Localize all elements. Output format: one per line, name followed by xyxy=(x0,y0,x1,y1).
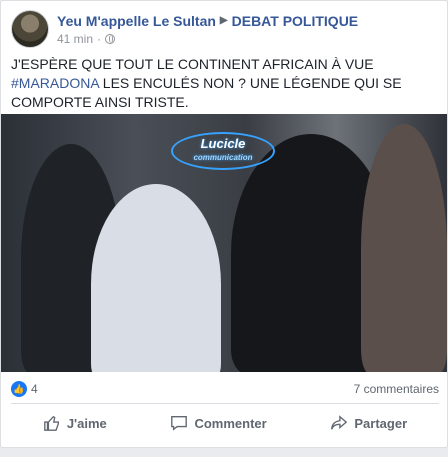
share-button[interactable]: Partager xyxy=(330,414,407,432)
watermark-title: Lucicle xyxy=(200,136,246,151)
like-button[interactable]: J'aime xyxy=(43,414,107,432)
author-avatar[interactable] xyxy=(11,10,49,48)
post-image[interactable]: Lucicle communication xyxy=(1,114,447,372)
figure-far-right xyxy=(361,124,447,372)
comment-button-label: Commenter xyxy=(194,415,267,431)
like-button-label: J'aime xyxy=(66,415,107,431)
post-header: Yeu M'appelle Le Sultan ▶ DEBAT POLITIQU… xyxy=(11,9,358,49)
comment-button[interactable]: Commenter xyxy=(170,414,267,432)
reaction-count-group[interactable]: 👍 4 xyxy=(11,381,38,397)
comment-count[interactable]: 7 commentaires xyxy=(354,382,439,396)
watermark-subtitle: communication xyxy=(193,153,253,162)
group-name[interactable]: DEBAT POLITIQUE xyxy=(232,13,359,29)
hashtag-link[interactable]: #MARADONA xyxy=(11,75,99,91)
arrow-right-icon: ▶ xyxy=(219,15,228,26)
post-time-line: 41 min · xyxy=(57,32,358,46)
reaction-count: 4 xyxy=(31,382,38,396)
post-text-before: J'ESPÈRE QUE TOUT LE CONTINENT AFRICAIN … xyxy=(11,56,374,72)
image-watermark: Lucicle communication xyxy=(171,132,275,170)
comment-icon xyxy=(171,416,188,431)
author-line: Yeu M'appelle Le Sultan ▶ DEBAT POLITIQU… xyxy=(57,13,358,29)
separator-dot: · xyxy=(97,31,102,46)
post-card: Yeu M'appelle Le Sultan ▶ DEBAT POLITIQU… xyxy=(0,0,448,448)
share-button-label: Partager xyxy=(354,415,408,431)
thumbs-up-icon xyxy=(43,415,59,431)
figure-center xyxy=(91,184,221,372)
post-meta: Yeu M'appelle Le Sultan ▶ DEBAT POLITIQU… xyxy=(57,13,358,46)
like-reaction-icon: 👍 xyxy=(11,381,27,397)
post-text: J'ESPÈRE QUE TOUT LE CONTINENT AFRICAIN … xyxy=(11,55,439,112)
post-stats: 👍 4 7 commentaires xyxy=(11,379,439,399)
author-name[interactable]: Yeu M'appelle Le Sultan xyxy=(57,13,216,29)
globe-icon xyxy=(105,33,116,44)
post-actions: J'aime Commenter Partager xyxy=(11,407,439,439)
share-icon xyxy=(331,415,348,430)
post-time[interactable]: 41 min xyxy=(57,32,93,46)
actions-divider xyxy=(11,403,439,404)
